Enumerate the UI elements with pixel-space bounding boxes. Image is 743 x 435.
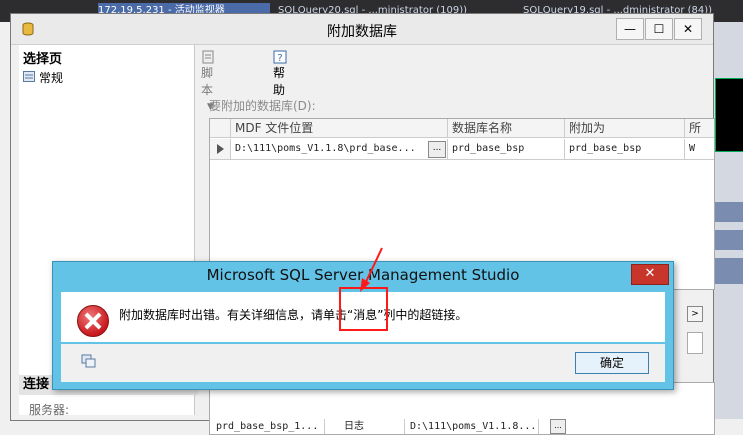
ok-button[interactable]: 确定 bbox=[575, 352, 649, 374]
databases-to-attach-label: 要附加的数据库(D): bbox=[209, 99, 316, 113]
grid-header-corner bbox=[210, 119, 231, 138]
page-general[interactable]: 常规 bbox=[39, 69, 63, 86]
window-title-bar[interactable]: 附加数据库 — ☐ ✕ bbox=[11, 14, 713, 45]
column-owner[interactable]: 所 bbox=[685, 119, 714, 138]
cell-attach-as[interactable]: prd_base_bsp bbox=[565, 139, 685, 160]
error-icon bbox=[77, 305, 109, 337]
copy-icon[interactable] bbox=[81, 354, 97, 368]
script-icon bbox=[201, 50, 215, 64]
bg-block bbox=[714, 258, 743, 284]
scroll-right-button[interactable]: > bbox=[687, 306, 703, 322]
bg-block bbox=[714, 202, 743, 222]
script-label: 脚本 bbox=[201, 66, 214, 97]
detail-file-path[interactable]: D:\111\poms_V1.1.8... bbox=[406, 419, 539, 434]
select-page-header: 选择页 bbox=[23, 52, 63, 67]
error-footer: 确定 bbox=[61, 344, 665, 382]
error-close-button[interactable]: ✕ bbox=[631, 264, 669, 285]
browse-button[interactable]: ... bbox=[428, 141, 446, 158]
detail-browse-button[interactable]: ... bbox=[550, 419, 566, 434]
error-message: 附加数据库时出错。有关详细信息，请单击“消息”列中的超链接。 bbox=[119, 308, 468, 322]
detail-file-type[interactable]: 日志 bbox=[340, 419, 405, 434]
column-mdf-location[interactable]: MDF 文件位置 bbox=[231, 119, 448, 138]
row-selector-icon[interactable] bbox=[210, 139, 231, 160]
page-icon bbox=[23, 71, 35, 82]
annotation-highlight-box bbox=[339, 287, 388, 331]
server-label: 服务器: bbox=[29, 403, 70, 417]
cell-mdf-location[interactable]: D:\111\poms_V1.1.8\prd_base... bbox=[231, 139, 448, 160]
cell-database-name[interactable]: prd_base_bsp bbox=[448, 139, 565, 160]
column-attach-as[interactable]: 附加为 bbox=[565, 119, 685, 138]
bg-block bbox=[714, 230, 743, 250]
background-right-panel bbox=[712, 22, 743, 419]
svg-text:?: ? bbox=[277, 53, 282, 64]
detail-file-name[interactable]: prd_base_bsp_1... bbox=[212, 419, 325, 434]
maximize-button[interactable]: ☐ bbox=[645, 18, 673, 40]
window-title: 附加数据库 bbox=[327, 24, 397, 40]
minimize-button[interactable]: — bbox=[616, 18, 644, 40]
help-button[interactable]: ? 帮助 bbox=[273, 50, 290, 98]
help-label: 帮助 bbox=[273, 66, 286, 97]
close-button[interactable]: ✕ bbox=[674, 18, 702, 40]
help-icon: ? bbox=[273, 50, 287, 64]
column-database-name[interactable]: 数据库名称 bbox=[448, 119, 565, 138]
background-terminal bbox=[715, 78, 743, 152]
side-field[interactable] bbox=[687, 332, 703, 354]
cell-owner[interactable]: W bbox=[685, 139, 714, 160]
